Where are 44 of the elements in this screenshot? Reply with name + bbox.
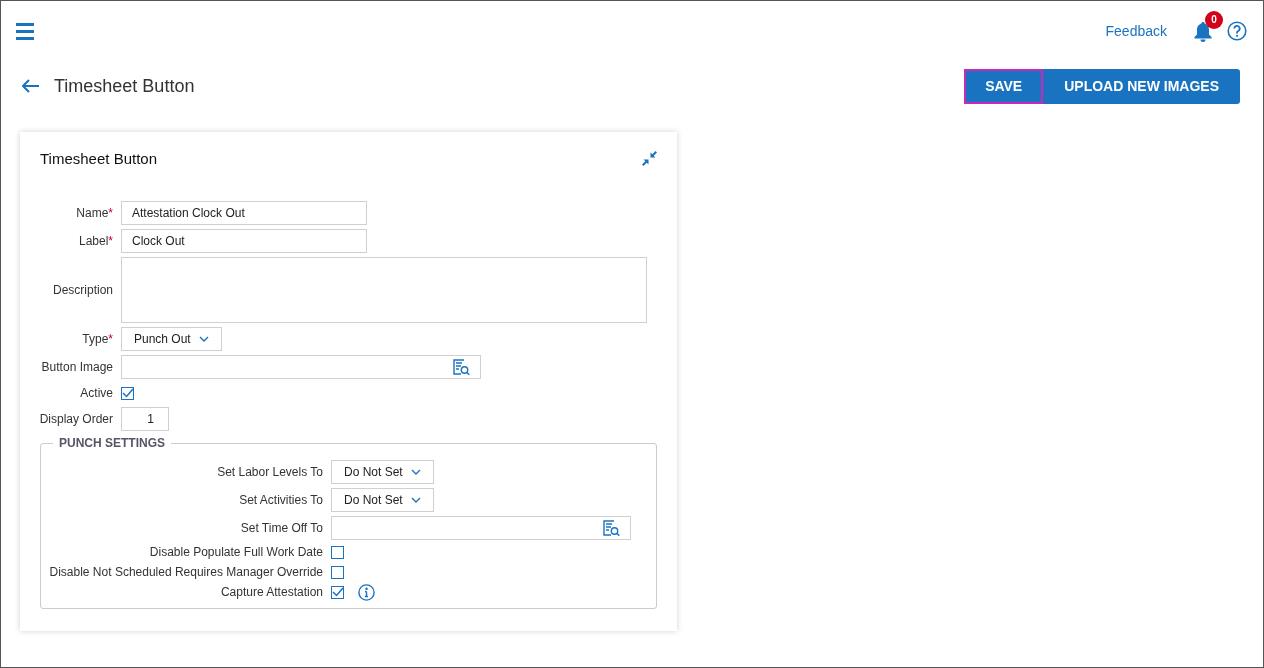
- upload-button[interactable]: UPLOAD NEW IMAGES: [1043, 68, 1240, 104]
- lookup-field[interactable]: [331, 516, 631, 540]
- group-legend: PUNCH SETTINGS: [53, 436, 171, 450]
- field-label: Name*: [75, 206, 113, 220]
- checkbox[interactable]: [331, 585, 344, 599]
- lookup-icon[interactable]: [452, 358, 470, 376]
- field-label: Description: [51, 283, 113, 297]
- field-label: Label*: [77, 234, 113, 248]
- lookup-field[interactable]: [121, 355, 481, 379]
- field-label: Disable Populate Full Work Date: [148, 545, 323, 559]
- info-icon[interactable]: [358, 583, 375, 601]
- checkbox[interactable]: [121, 386, 134, 400]
- dropdown[interactable]: Do Not Set: [331, 488, 434, 512]
- lookup-icon[interactable]: [602, 519, 620, 537]
- field-label: Capture Attestation: [219, 585, 323, 599]
- page-title: Timesheet Button: [54, 75, 195, 97]
- save-button[interactable]: SAVE: [964, 68, 1044, 104]
- caret-icon: [410, 469, 421, 475]
- collapse-icon[interactable]: [642, 151, 657, 166]
- field-label: Active: [79, 386, 113, 400]
- field-label: Type*: [81, 332, 113, 346]
- menu-icon[interactable]: [16, 22, 34, 40]
- notification-badge: 0: [1205, 10, 1223, 29]
- field-label: Set Time Off To: [239, 521, 323, 535]
- field-label: Disable Not Scheduled Requires Manager Override: [48, 565, 323, 579]
- help-icon[interactable]: [1227, 21, 1247, 41]
- field-label: Set Labor Levels To: [216, 465, 323, 479]
- text-field[interactable]: Clock Out: [121, 229, 367, 253]
- dropdown[interactable]: Punch Out: [121, 327, 222, 351]
- number-field[interactable]: 1: [121, 407, 169, 431]
- back-arrow-icon[interactable]: [22, 79, 40, 93]
- dropdown[interactable]: Do Not Set: [331, 460, 434, 484]
- bell-icon[interactable]: [1193, 20, 1213, 42]
- text-field[interactable]: Attestation Clock Out: [121, 201, 367, 225]
- caret-icon: [198, 336, 209, 342]
- description-field[interactable]: [121, 257, 647, 323]
- field-label: Set Activities To: [238, 493, 323, 507]
- feedback-link[interactable]: Feedback: [1105, 23, 1167, 39]
- checkbox[interactable]: [331, 545, 344, 559]
- card-title: Timesheet Button: [40, 150, 157, 167]
- caret-icon: [410, 497, 421, 503]
- field-label: Button Image: [40, 360, 113, 374]
- checkbox[interactable]: [331, 565, 344, 579]
- field-label: Display Order: [38, 412, 113, 426]
